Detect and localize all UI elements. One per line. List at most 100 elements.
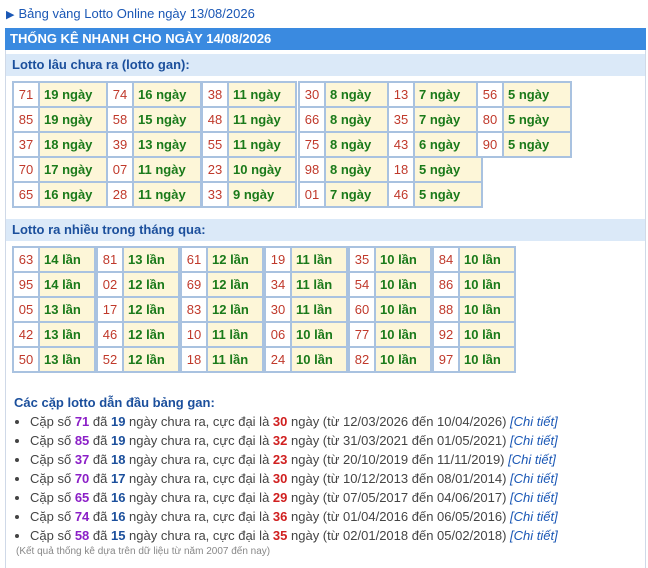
- gan-value: 7 ngày: [325, 182, 393, 207]
- pair-range: ngày (từ 02/01/2018 đến 05/02/2018): [287, 528, 511, 543]
- gan-number: 35: [388, 107, 414, 132]
- freq-number: 42: [13, 322, 39, 347]
- gan-value: 11 ngày: [228, 132, 296, 157]
- chi-tiet-link[interactable]: [Chi tiết]: [508, 452, 556, 467]
- gan-value: 8 ngày: [325, 107, 393, 132]
- gan-number: 39: [107, 132, 133, 157]
- freq-number: 92: [433, 322, 459, 347]
- freq-table: 81 13 lần 02 12 lần 17 12 lần 46 12 lần 52 12 lần: [96, 246, 180, 373]
- pair-number: 58: [74, 528, 90, 543]
- gan-number: 23: [202, 157, 228, 182]
- freq-value: 11 lần: [291, 297, 347, 322]
- pair-days: 15: [110, 528, 126, 543]
- gan-number: 71: [13, 82, 39, 107]
- pair-prefix: Cặp số: [30, 509, 75, 524]
- gan-number: 46: [388, 182, 414, 207]
- freq-value: 13 lần: [39, 297, 95, 322]
- pair-number: 85: [74, 433, 90, 448]
- gan-row: 98 8 ngày: [299, 157, 393, 182]
- freq-number: 18: [181, 347, 207, 372]
- gan-value: 19 ngày: [39, 107, 107, 132]
- freq-row: 17 12 lần: [97, 297, 179, 322]
- gan-table: 13 7 ngày 35 7 ngày 43 6 ngày 18 5 ngày 46 5 ngày: [387, 81, 483, 208]
- pair-prefix: Cặp số: [30, 452, 75, 467]
- freq-table: 84 10 lần 86 10 lần 88 10 lần 92 10 lần 97 10 lần: [432, 246, 516, 373]
- gan-number: 48: [202, 107, 228, 132]
- freq-value: 12 lần: [207, 272, 263, 297]
- freq-number: 61: [181, 247, 207, 272]
- top-link-text[interactable]: Bảng vàng Lotto Online ngày 13/08/2026: [18, 6, 254, 21]
- pair-item: Cặp số 74 đã 16 ngày chưa ra, cực đại là…: [30, 507, 634, 526]
- gan-row: 71 19 ngày: [13, 82, 107, 107]
- gan-value: 9 ngày: [228, 182, 296, 207]
- pairs-section: Các cặp lotto dẫn đầu bảng gan: Cặp số 7…: [14, 394, 634, 545]
- gan-number: 07: [107, 157, 133, 182]
- freq-value: 10 lần: [375, 297, 431, 322]
- freq-row: 52 12 lần: [97, 347, 179, 372]
- panel-title: THỐNG KÊ NHANH CHO NGÀY 14/08/2026: [5, 28, 646, 50]
- freq-row: 88 10 lần: [433, 297, 515, 322]
- gan-row: 33 9 ngày: [202, 182, 296, 207]
- gan-value: 5 ngày: [414, 182, 482, 207]
- chi-tiet-link[interactable]: [Chi tiết]: [510, 528, 558, 543]
- chi-tiet-link[interactable]: [Chi tiết]: [510, 471, 558, 486]
- chi-tiet-link[interactable]: [Chi tiết]: [510, 433, 558, 448]
- gan-table: 74 16 ngày 58 15 ngày 39 13 ngày 07 11 ngày 28 11…: [106, 81, 202, 208]
- gan-number: 37: [13, 132, 39, 157]
- freq-value: 10 lần: [291, 347, 347, 372]
- gan-number: 66: [299, 107, 325, 132]
- pair-item: Cặp số 65 đã 16 ngày chưa ra, cực đại là…: [30, 488, 634, 507]
- gan-table: 56 5 ngày 80 5 ngày 90 5 ngày: [476, 81, 572, 158]
- gan-row: 46 5 ngày: [388, 182, 482, 207]
- freq-value: 11 lần: [207, 347, 263, 372]
- freq-value: 11 lần: [207, 322, 263, 347]
- top-date-link[interactable]: ▶ Bảng vàng Lotto Online ngày 13/08/2026: [6, 4, 255, 24]
- gan-number: 65: [13, 182, 39, 207]
- pair-range: ngày (từ 07/05/2017 đến 04/06/2017): [287, 490, 511, 505]
- gan-row: 30 8 ngày: [299, 82, 393, 107]
- gan-row: 07 11 ngày: [107, 157, 201, 182]
- freq-number: 50: [13, 347, 39, 372]
- pair-max: 30: [272, 414, 288, 429]
- pair-mid: ngày chưa ra, cực đại là: [125, 509, 273, 524]
- freq-row: 63 14 lần: [13, 247, 95, 272]
- gan-value: 19 ngày: [39, 82, 107, 107]
- freq-value: 13 lần: [123, 247, 179, 272]
- gan-row: 56 5 ngày: [477, 82, 571, 107]
- freq-row: 19 11 lần: [265, 247, 347, 272]
- freq-number: 10: [181, 322, 207, 347]
- pair-mid: ngày chưa ra, cực đại là: [125, 490, 273, 505]
- freq-value: 10 lần: [375, 347, 431, 372]
- pair-da: đã: [89, 509, 111, 524]
- pair-days: 17: [110, 471, 126, 486]
- freq-number: 88: [433, 297, 459, 322]
- pair-item: Cặp số 58 đã 15 ngày chưa ra, cực đại là…: [30, 526, 634, 545]
- freq-heading: Lotto ra nhiều trong tháng qua:: [6, 219, 645, 241]
- freq-row: 30 11 lần: [265, 297, 347, 322]
- gan-number: 58: [107, 107, 133, 132]
- freq-number: 77: [349, 322, 375, 347]
- chi-tiet-link[interactable]: [Chi tiết]: [510, 414, 558, 429]
- gan-row: 65 16 ngày: [13, 182, 107, 207]
- freq-number: 17: [97, 297, 123, 322]
- pair-mid: ngày chưa ra, cực đại là: [125, 452, 273, 467]
- gan-value: 16 ngày: [39, 182, 107, 207]
- freq-value: 12 lần: [123, 347, 179, 372]
- freq-row: 46 12 lần: [97, 322, 179, 347]
- gan-number: 56: [477, 82, 503, 107]
- freq-row: 97 10 lần: [433, 347, 515, 372]
- freq-row: 60 10 lần: [349, 297, 431, 322]
- gan-row: 58 15 ngày: [107, 107, 201, 132]
- freq-value: 10 lần: [375, 247, 431, 272]
- pair-range: ngày (từ 20/10/2019 đến 11/11/2019): [287, 452, 509, 467]
- freq-row: 18 11 lần: [181, 347, 263, 372]
- chi-tiet-link[interactable]: [Chi tiết]: [510, 490, 558, 505]
- gan-value: 17 ngày: [39, 157, 107, 182]
- freq-value: 12 lần: [123, 272, 179, 297]
- chi-tiet-link[interactable]: [Chi tiết]: [510, 509, 558, 524]
- gan-value: 11 ngày: [228, 82, 296, 107]
- gan-number: 18: [388, 157, 414, 182]
- freq-value: 12 lần: [123, 322, 179, 347]
- freq-row: 42 13 lần: [13, 322, 95, 347]
- gan-number: 98: [299, 157, 325, 182]
